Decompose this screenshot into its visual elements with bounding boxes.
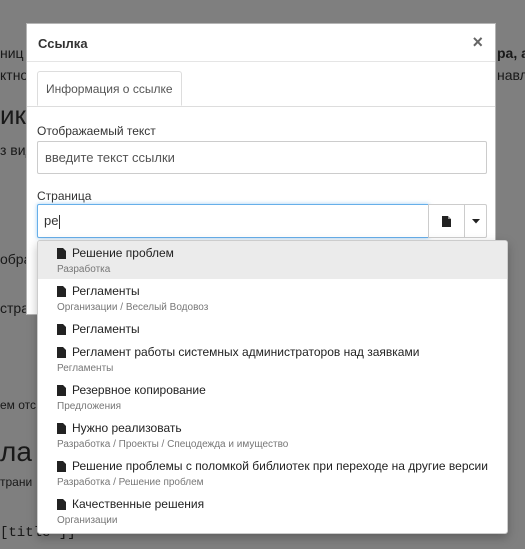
suggestion-title: Нужно реализовать bbox=[72, 421, 182, 435]
suggestion-item[interactable]: Нужно реализовать Разработка / Проекты / … bbox=[38, 416, 507, 454]
suggestion-title-row: Резервное копирование bbox=[57, 383, 488, 398]
suggestion-path: Организации / Веселый Водовоз bbox=[57, 302, 209, 313]
page-picker-button[interactable] bbox=[428, 204, 465, 238]
suggestions-list: Решение проблем Разработка Регламенты Орган… bbox=[38, 241, 507, 530]
suggestion-title: Решение проблемы с поломкой библиотек пр… bbox=[72, 459, 488, 473]
suggestion-title-row: Регламент работы системных администратор… bbox=[57, 345, 488, 360]
suggestion-item[interactable]: Качественные решения Организации bbox=[38, 492, 507, 530]
suggestion-title: Качественные решения bbox=[72, 497, 205, 511]
page-label: Страница bbox=[37, 189, 92, 203]
page-search-value: ре bbox=[44, 213, 59, 228]
suggestion-path: Разработка / Проекты / Спецодежда и имущ… bbox=[57, 439, 289, 450]
suggestion-title-row: Нужно реализовать bbox=[57, 421, 488, 436]
suggestion-title: Регламенты bbox=[72, 322, 140, 336]
suggestion-title: Регламент работы системных администратор… bbox=[72, 345, 420, 359]
suggestion-item[interactable]: Регламенты Организации / Веселый Водовоз bbox=[38, 279, 507, 317]
display-text-input[interactable]: введите текст ссылки bbox=[37, 141, 487, 174]
document-icon bbox=[57, 461, 66, 472]
caret-down-icon bbox=[471, 218, 480, 223]
document-icon bbox=[57, 324, 66, 335]
page-suggestions-dropdown: Решение проблем Разработка Регламенты Орган… bbox=[37, 240, 508, 534]
suggestion-title-row: Решение проблемы с поломкой библиотек пр… bbox=[57, 459, 488, 474]
suggestion-title-row: Решение проблем bbox=[57, 246, 488, 261]
document-icon bbox=[57, 499, 66, 510]
document-icon bbox=[57, 286, 66, 297]
suggestion-path: Предложения bbox=[57, 401, 122, 412]
document-icon bbox=[57, 385, 66, 396]
suggestion-title-row: Регламенты bbox=[57, 322, 488, 337]
suggestion-path: Разработка bbox=[57, 264, 111, 275]
dialog-title: Ссылка bbox=[38, 36, 88, 51]
suggestion-path: Разработка / Решение проблем bbox=[57, 477, 204, 488]
tab-link-info[interactable]: Информация о ссылке bbox=[37, 71, 182, 106]
document-icon bbox=[442, 215, 451, 227]
suggestion-path: Организации bbox=[57, 515, 118, 526]
document-icon bbox=[57, 347, 66, 358]
document-icon bbox=[57, 248, 66, 259]
suggestion-path: Регламенты bbox=[57, 363, 114, 374]
suggestion-title: Резервное копирование bbox=[72, 383, 206, 397]
display-text-label: Отображаемый текст bbox=[37, 124, 156, 138]
document-icon bbox=[57, 423, 66, 434]
page-dropdown-toggle[interactable] bbox=[464, 204, 487, 238]
suggestion-item[interactable]: Резервное копирование Предложения bbox=[38, 378, 507, 416]
dialog-header: Ссылка × bbox=[27, 24, 495, 62]
text-cursor bbox=[59, 214, 61, 229]
suggestion-title: Решение проблем bbox=[72, 246, 174, 260]
close-button[interactable]: × bbox=[472, 32, 483, 52]
suggestion-item[interactable]: Регламент работы системных администратор… bbox=[38, 340, 507, 378]
page-search-input[interactable]: ре bbox=[37, 204, 429, 238]
suggestion-title: Регламенты bbox=[72, 284, 140, 298]
suggestion-item[interactable]: Решение проблемы с поломкой библиотек пр… bbox=[38, 454, 507, 492]
suggestion-item[interactable]: Решение проблем Разработка bbox=[38, 241, 507, 279]
suggestion-item[interactable]: Регламенты bbox=[38, 317, 507, 340]
suggestion-title-row: Качественные решения bbox=[57, 497, 488, 512]
suggestion-title-row: Регламенты bbox=[57, 284, 488, 299]
tab-bar: Информация о ссылке bbox=[27, 71, 495, 107]
